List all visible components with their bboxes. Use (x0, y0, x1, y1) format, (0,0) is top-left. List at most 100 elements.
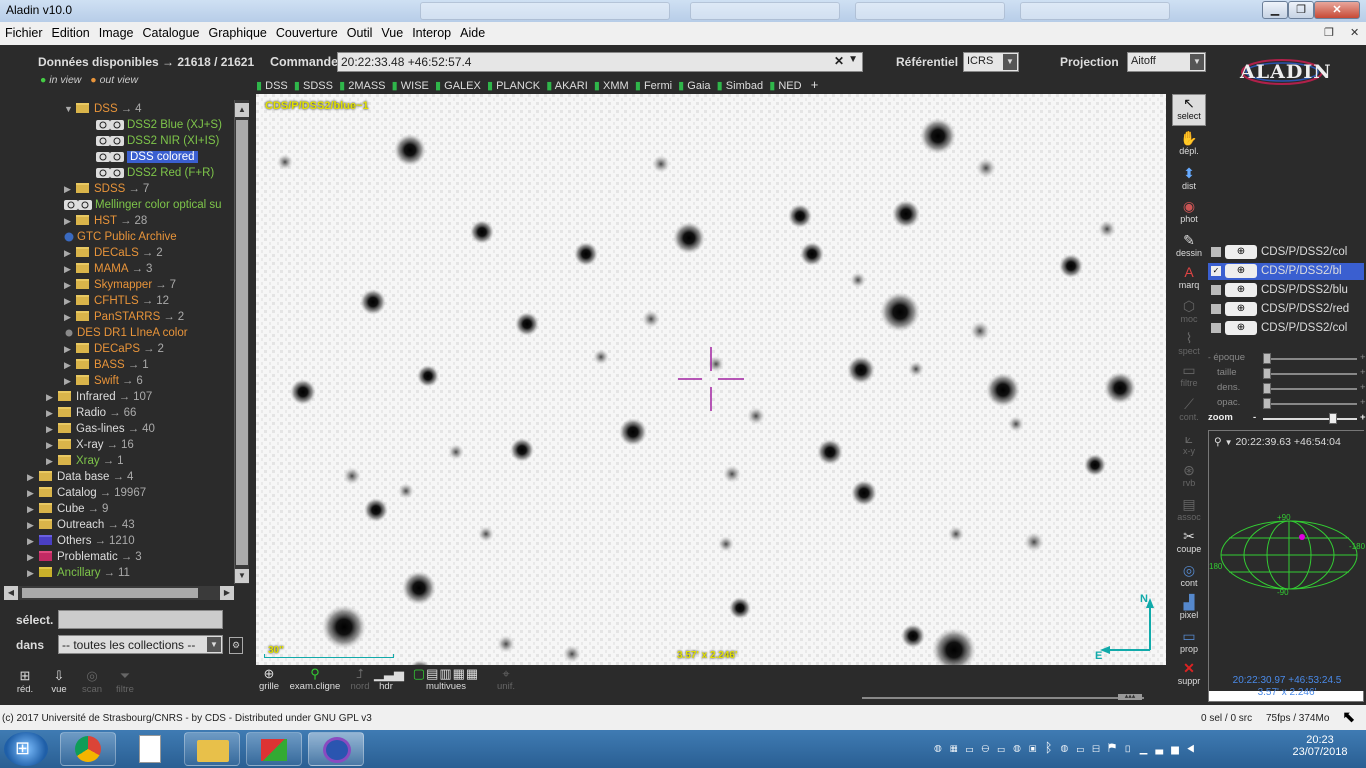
distance-tool[interactable]: ⬍ dist (1172, 165, 1206, 191)
expand-arrow-icon[interactable]: ▶ (64, 261, 74, 277)
slider-knob[interactable] (1329, 413, 1337, 424)
menu-image[interactable]: Image (94, 22, 138, 40)
menu-couverture[interactable]: Couverture (271, 22, 342, 40)
tree-item[interactable]: ▶ Infrared → 107 (46, 389, 152, 405)
menu-outil[interactable]: Outil (342, 22, 377, 40)
spect-tool[interactable]: ⌇ spect (1172, 330, 1206, 356)
delete-tool[interactable]: ✕ suppr (1172, 660, 1206, 686)
expand-arrow-icon[interactable]: ▶ (27, 485, 37, 501)
proj-select[interactable]: Aitoff ▼ (1127, 52, 1206, 72)
arrow-down-icon[interactable]: ▼ (235, 569, 249, 583)
layer-row[interactable]: ✓ ⊕ CDS/P/DSS2/bl (1208, 263, 1364, 280)
expand-arrow-icon[interactable]: ▶ (64, 309, 74, 325)
tree-item[interactable]: ▶ X-ray → 16 (46, 437, 134, 453)
tree-item[interactable]: DSS colored (96, 149, 198, 165)
clear-icon[interactable]: ✕ (834, 54, 844, 68)
expand-arrow-icon[interactable]: ▶ (64, 277, 74, 293)
catalog-button-galex[interactable]: ▮ GALEX (435, 80, 481, 92)
slider-zoom[interactable]: zoom - + (1207, 412, 1366, 426)
tree-vscrollbar[interactable]: ▲ ▼ (234, 100, 249, 584)
slider-opacity[interactable]: opac. + (1207, 397, 1366, 411)
taskbar-aladin[interactable] (308, 732, 364, 766)
assoc-tool[interactable]: ▤ assoc (1172, 496, 1206, 522)
restore-panel-icon[interactable]: ❐ (1324, 26, 1334, 39)
contour-tool[interactable]: ◎ cont (1172, 562, 1206, 588)
slider-knob[interactable] (1263, 353, 1271, 364)
contour-tool-off[interactable]: ⟋ cont. (1172, 396, 1206, 422)
catalog-button-ned[interactable]: ▮ NED (769, 80, 801, 92)
reduce-tool[interactable]: ⊞ réd. (10, 668, 40, 695)
tree-item[interactable]: ▼ DSS → 4 (64, 101, 142, 117)
layer-row[interactable]: ⊕ CDS/P/DSS2/col (1208, 320, 1364, 337)
tree-item[interactable]: ▶ BASS → 1 (64, 357, 149, 373)
cut-tool[interactable]: ✂ coupe (1172, 528, 1206, 554)
expand-arrow-icon[interactable]: ▼ (64, 101, 74, 117)
scroll-thumb[interactable] (22, 588, 198, 598)
close-button[interactable]: ✕ (1314, 1, 1360, 19)
scan-tool[interactable]: ◎ scan (77, 668, 107, 695)
xy-tool[interactable]: ⟀ x-y (1172, 430, 1206, 456)
catalog-button-simbad[interactable]: ▮ Simbad (717, 80, 763, 92)
tree-item[interactable]: ▶ MAMA → 3 (64, 261, 152, 277)
layer-row[interactable]: ⊕ CDS/P/DSS2/blu (1208, 282, 1364, 299)
tree-item[interactable]: ▶ CFHTLS → 12 (64, 293, 169, 309)
menu-vue[interactable]: Vue (376, 22, 407, 40)
taskbar-explorer[interactable] (184, 732, 240, 766)
north-tool[interactable]: ⮥ nord (348, 667, 372, 693)
expand-arrow-icon[interactable]: ▶ (46, 389, 56, 405)
hdr-tool[interactable]: ▁▃▅ hdr (374, 667, 404, 693)
unif-tool[interactable]: ⌖ unif. (494, 667, 518, 693)
slider-knob[interactable] (1263, 383, 1271, 394)
tree-item[interactable]: GTC Public Archive (64, 229, 177, 245)
menu-aide[interactable]: Aide (455, 22, 489, 40)
collections-select[interactable]: -- toutes les collections -- ▼ (58, 635, 223, 654)
chevron-down-icon[interactable]: ▼ (848, 54, 858, 65)
expand-arrow-icon[interactable]: ▶ (64, 293, 74, 309)
tree-item[interactable]: ▶ DECaLS → 2 (64, 245, 163, 261)
moc-tool[interactable]: ⬡ moc (1172, 298, 1206, 324)
tree-item[interactable]: ▶ Ancillary → 11 (27, 565, 130, 581)
expand-arrow-icon[interactable]: ▶ (46, 453, 56, 469)
select-input[interactable] (58, 610, 223, 629)
expand-arrow-icon[interactable]: ▶ (27, 549, 37, 565)
expand-arrow-icon[interactable]: ▶ (27, 533, 37, 549)
tree-item[interactable]: DSS2 Blue (XJ+S) (96, 117, 222, 133)
filter-tool[interactable]: ⏷ filtre (110, 668, 140, 695)
tree-item[interactable]: ▶ SDSS → 7 (64, 181, 149, 197)
filter-options-icon[interactable]: ⚙ (229, 637, 243, 654)
mark-tool[interactable]: Amarq (1172, 264, 1206, 290)
image-view[interactable]: CDS/P/DSS2/blue~1 30" 3.57' x 2.246' N E (256, 94, 1166, 665)
catalog-button-dss[interactable]: ▮ DSS (256, 80, 288, 92)
tree-item[interactable]: DSS2 Red (F+R) (96, 165, 214, 181)
move-tool[interactable]: ✋ dépl. (1172, 130, 1206, 156)
expand-arrow-icon[interactable]: ▶ (27, 501, 37, 517)
tree-item[interactable]: Mellinger color optical su (64, 197, 222, 213)
catalog-button-sdss[interactable]: ▮ SDSS (294, 80, 333, 92)
ref-select[interactable]: ICRS ▼ (963, 52, 1019, 72)
allsky-map[interactable] (1217, 513, 1361, 597)
menu-graphique[interactable]: Graphique (204, 22, 271, 40)
menu-edition[interactable]: Edition (47, 22, 94, 40)
checkbox[interactable] (1211, 246, 1221, 257)
tree-item[interactable]: ▶ Skymapper → 7 (64, 277, 176, 293)
arrow-left-icon[interactable]: ◀ (4, 586, 18, 600)
draw-tool[interactable]: ✎ dessin (1172, 232, 1206, 258)
catalog-button-fermi[interactable]: ▮ Fermi (635, 80, 672, 92)
expand-arrow-icon[interactable]: ▶ (64, 181, 74, 197)
minimize-button[interactable]: ▁ (1262, 1, 1288, 19)
tree-item[interactable]: ▶ Others → 1210 (27, 533, 135, 549)
command-input[interactable]: 20:22:33.48 +46:52:57.4 ✕ ▼ (337, 52, 863, 72)
tree-item[interactable]: ▶ DECaPS → 2 (64, 341, 164, 357)
add-catalog-button[interactable]: + (811, 77, 819, 92)
expand-arrow-icon[interactable]: ▶ (46, 421, 56, 437)
menu-interop[interactable]: Interop (407, 22, 455, 40)
close-panel-icon[interactable]: ✕ (1350, 26, 1359, 39)
tree-item[interactable]: ▶ Xray → 1 (46, 453, 124, 469)
checkbox[interactable] (1211, 284, 1221, 295)
checkbox-checked[interactable]: ✓ (1211, 265, 1221, 276)
scroll-thumb[interactable] (236, 120, 248, 565)
maximize-button[interactable]: ❐ (1288, 1, 1314, 19)
location-pin-icon[interactable]: ⚲ (1214, 436, 1222, 448)
chevron-down-icon[interactable]: ▼ (1225, 438, 1233, 447)
filter-tool-right[interactable]: ▭ filtre (1172, 362, 1206, 388)
